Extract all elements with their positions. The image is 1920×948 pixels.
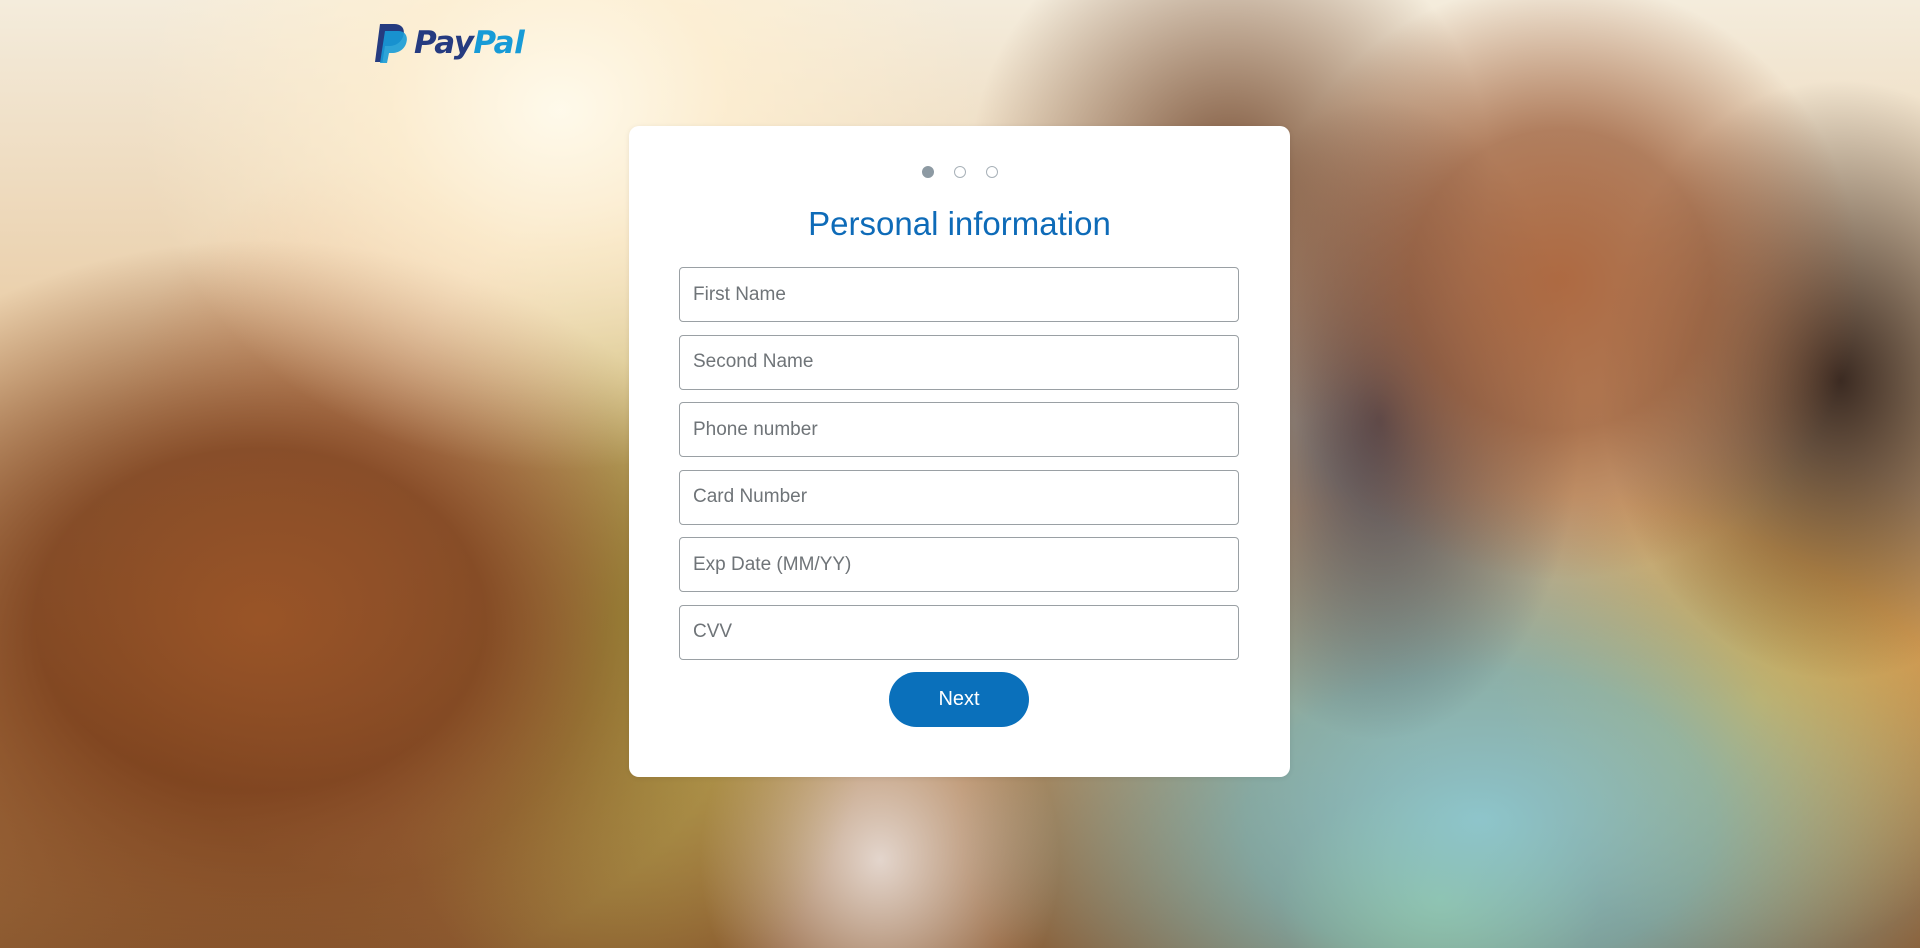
cvv-input[interactable] [679, 604, 1239, 660]
step-dot-2 [953, 166, 966, 178]
phone-number-input[interactable] [679, 402, 1239, 457]
logo-text-pay: Pay [414, 25, 474, 61]
page: PayPal Personal information Next [0, 0, 1920, 948]
step-indicator [629, 166, 1290, 178]
personal-info-card: Personal information Next [629, 126, 1290, 777]
second-name-input[interactable] [679, 334, 1239, 390]
card-number-input[interactable] [679, 469, 1239, 525]
step-dot-1-active [921, 166, 934, 178]
first-name-input[interactable] [679, 267, 1239, 322]
card-title: Personal information [808, 205, 1111, 242]
next-button[interactable]: Next [889, 672, 1029, 727]
logo-text-pal: Pal [473, 25, 525, 61]
paypal-logo-icon [375, 24, 407, 63]
paypal-logo[interactable]: PayPal [372, 22, 525, 64]
paypal-wordmark: PayPal [414, 25, 525, 61]
step-dot-3 [985, 166, 998, 178]
personal-info-form [679, 267, 1239, 672]
exp-date-input[interactable] [679, 537, 1239, 592]
